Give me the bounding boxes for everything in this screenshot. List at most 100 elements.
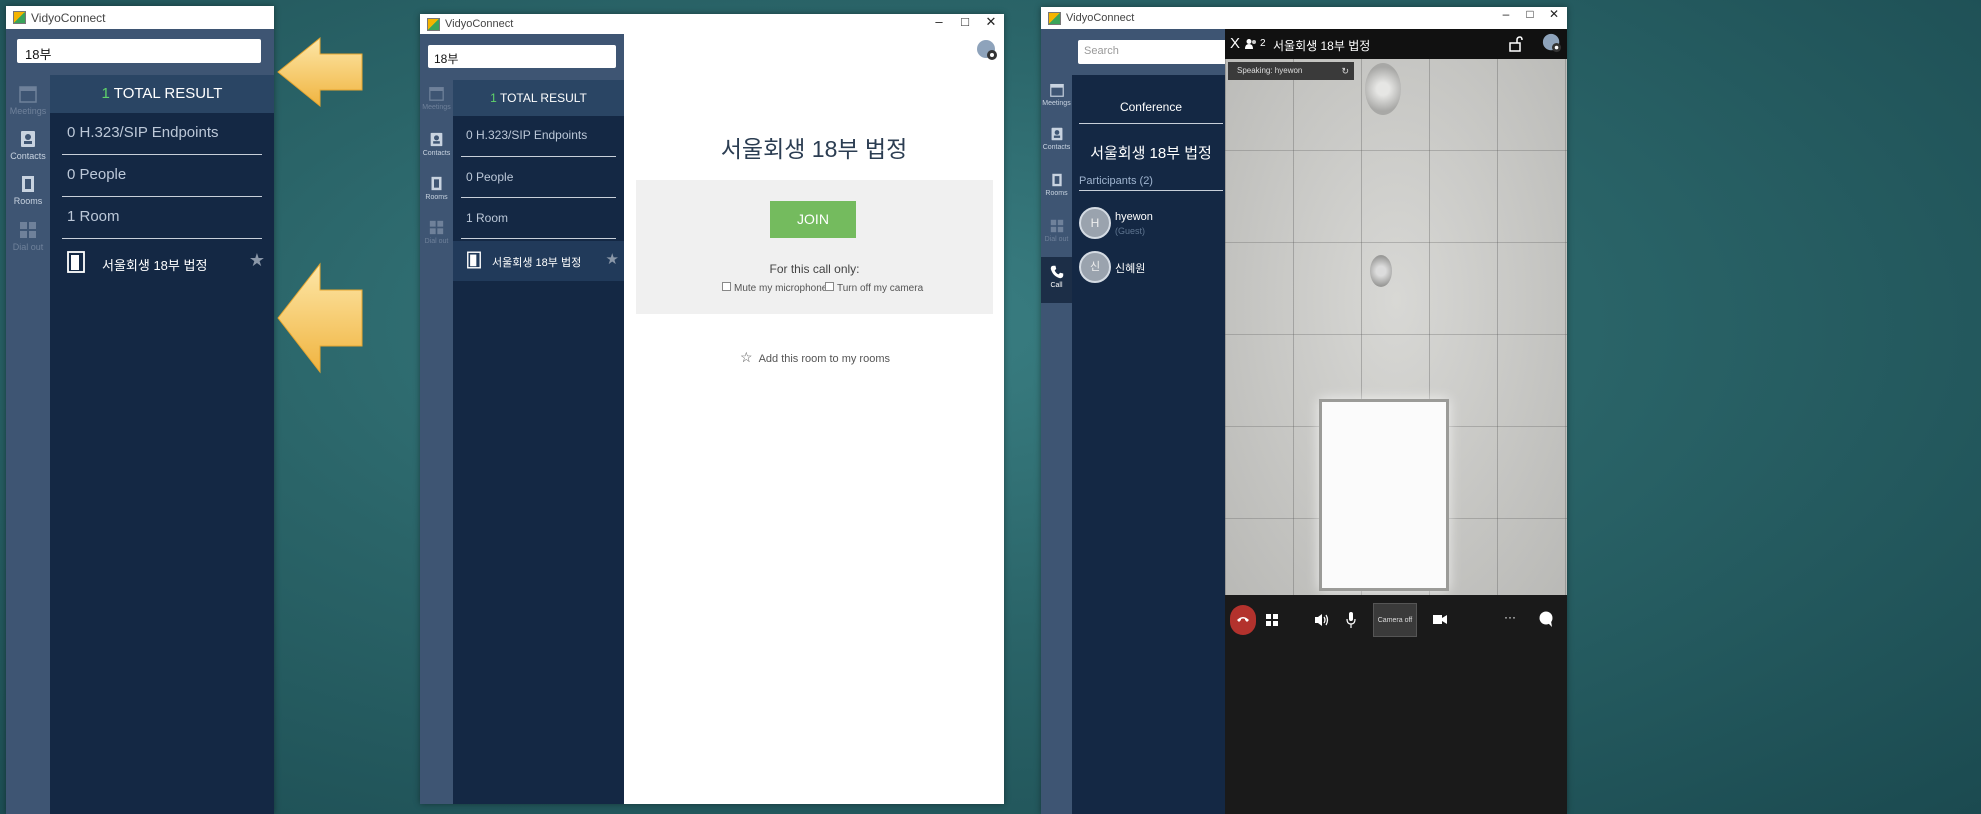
rail-search-header (1041, 29, 1072, 75)
chat-icon[interactable] (1539, 611, 1553, 627)
vidyo-window-search: VidyoConnect 18부 Meetings Contacts Rooms… (6, 6, 274, 814)
rail-dialout-label: Dial out (12, 242, 44, 252)
vidyo-window-room: VidyoConnect – □ ✕ 18부 Meetings Contacts… (420, 14, 1004, 804)
participant-row[interactable]: 신 신혜원 ··· (1079, 251, 1249, 291)
arrow-left-icon (277, 262, 363, 374)
app-logo-icon (427, 17, 440, 31)
close-call-button[interactable]: X (1230, 35, 1240, 52)
maximize-button[interactable]: □ (952, 14, 978, 29)
rail-meetings[interactable]: Meetings (420, 86, 453, 111)
unlock-icon[interactable] (1509, 36, 1523, 52)
rail-meetings[interactable]: Meetings (1041, 83, 1072, 107)
refresh-icon[interactable]: ↻ (1341, 62, 1349, 80)
rail-contacts-label: Contacts (10, 151, 46, 161)
title-bar: VidyoConnect – □ ✕ (1041, 7, 1567, 29)
rail-call[interactable]: Call (1041, 257, 1072, 303)
filter-rooms[interactable]: 1 Room (62, 197, 262, 239)
calendar-icon (19, 86, 37, 103)
door-icon (1051, 173, 1062, 187)
camera-off-button[interactable]: Camera off (1373, 603, 1417, 637)
filter-endpoints[interactable]: 0 H.323/SIP Endpoints (461, 116, 616, 157)
participants-label: Participants (2) (1079, 175, 1223, 191)
contacts-icon (1051, 127, 1062, 141)
rail-rooms[interactable]: Rooms (1041, 173, 1072, 197)
add-room-link[interactable]: ☆ Add this room to my rooms (740, 349, 890, 366)
mute-label: Mute my microphone (734, 283, 828, 294)
layout-grid-icon[interactable] (1266, 614, 1278, 626)
nav-rail: Meetings Contacts Rooms Dial out (6, 75, 50, 814)
room-result-item[interactable]: 서울회생 18부 법정 ★ (453, 241, 624, 281)
rail-meetings[interactable]: Meetings (6, 85, 50, 116)
vidyo-window-call: VidyoConnect – □ ✕ Meetings Contacts Roo… (1041, 7, 1567, 814)
rail-dialout-label: Dial out (1044, 236, 1069, 243)
door-icon (431, 176, 442, 191)
filter-people[interactable]: 0 People (461, 157, 616, 198)
contacts-icon (21, 131, 35, 147)
rail-contacts[interactable]: Contacts (1041, 127, 1072, 151)
rail-call-label: Call (1050, 282, 1063, 289)
ceiling-panel-light (1319, 399, 1449, 591)
search-input[interactable]: 18부 (428, 45, 616, 68)
results-panel: 1 TOTAL RESULT 0 H.323/SIP Endpoints 0 P… (50, 75, 274, 814)
participant-row[interactable]: H hyewon (Guest) ··· (1079, 207, 1249, 247)
rail-dialout[interactable]: Dial out (420, 220, 453, 245)
rail-dialout[interactable]: Dial out (6, 221, 50, 252)
filter-rooms[interactable]: 1 Room (461, 198, 616, 239)
title-bar: VidyoConnect – □ ✕ (420, 14, 1004, 34)
maximize-button[interactable]: □ (1517, 7, 1543, 21)
result-label: TOTAL RESULT (499, 91, 587, 105)
rail-contacts-label: Contacts (1042, 144, 1071, 151)
microphone-icon[interactable] (1346, 612, 1356, 628)
door-icon (467, 251, 481, 269)
search-input[interactable]: Search (1078, 40, 1247, 64)
rail-meetings-label: Meetings (422, 104, 451, 111)
room-name: 서울회생 18부 법정 (102, 258, 208, 273)
mute-checkbox-row[interactable]: Mute my microphone (722, 282, 827, 294)
participants-icon[interactable] (1245, 38, 1257, 50)
rail-contacts[interactable]: Contacts (6, 130, 50, 161)
room-result-item[interactable]: 서울회생 18부 법정 ★ (50, 243, 274, 283)
filter-endpoints[interactable]: 0 H.323/SIP Endpoints (62, 113, 262, 155)
camera-checkbox-row[interactable]: Turn off my camera (825, 282, 923, 294)
rail-contacts[interactable]: Contacts (420, 132, 453, 157)
close-button[interactable]: ✕ (978, 14, 1004, 30)
speaker-icon[interactable] (1314, 613, 1330, 627)
rail-rooms[interactable]: Rooms (6, 175, 50, 206)
call-header-title: 서울회생 18부 법정 (1273, 39, 1371, 53)
user-settings-icon[interactable] (976, 39, 998, 61)
minimize-button[interactable]: – (926, 14, 952, 29)
sprinkler-icon (1370, 255, 1392, 287)
participant-name: 신혜원 (1115, 263, 1146, 275)
phone-icon (1050, 265, 1063, 279)
speaking-indicator: Speaking: hyewon ↻ (1228, 62, 1354, 80)
video-camera-icon[interactable] (1433, 614, 1447, 625)
app-logo-icon (1048, 11, 1061, 25)
join-button[interactable]: JOIN (770, 201, 856, 238)
close-button[interactable]: ✕ (1541, 7, 1567, 21)
minimize-button[interactable]: – (1493, 7, 1519, 21)
ceiling-light-icon (1365, 63, 1401, 115)
arrow-left-icon (277, 36, 363, 108)
rail-rooms-label: Rooms (13, 196, 43, 206)
camera-label: Turn off my camera (837, 283, 924, 294)
rail-dialout[interactable]: Dial out (1041, 219, 1072, 243)
conference-label: Conference (1079, 100, 1223, 124)
rail-rooms[interactable]: Rooms (420, 176, 453, 201)
search-header: 18부 (6, 29, 274, 75)
hangup-button[interactable] (1230, 605, 1256, 635)
search-input[interactable]: 18부 (17, 39, 261, 63)
rail-dialout-label: Dial out (424, 238, 449, 245)
favorite-star-icon[interactable]: ★ (249, 250, 265, 271)
total-result-bar: 1 TOTAL RESULT (453, 80, 624, 116)
add-room-label: Add this room to my rooms (758, 353, 890, 365)
camera-checkbox[interactable] (825, 282, 834, 291)
user-settings-icon[interactable] (1542, 33, 1562, 53)
mute-checkbox[interactable] (722, 282, 731, 291)
avatar: 신 (1079, 251, 1111, 283)
star-outline-icon: ☆ (740, 349, 753, 365)
total-result-bar: 1 TOTAL RESULT (50, 75, 274, 113)
video-area: X 2 서울회생 18부 법정 Speaking: hyewon ↻ Camer… (1225, 29, 1567, 814)
more-options-icon[interactable]: ··· (1504, 610, 1516, 624)
filter-people[interactable]: 0 People (62, 155, 262, 197)
favorite-star-icon[interactable]: ★ (606, 250, 619, 268)
